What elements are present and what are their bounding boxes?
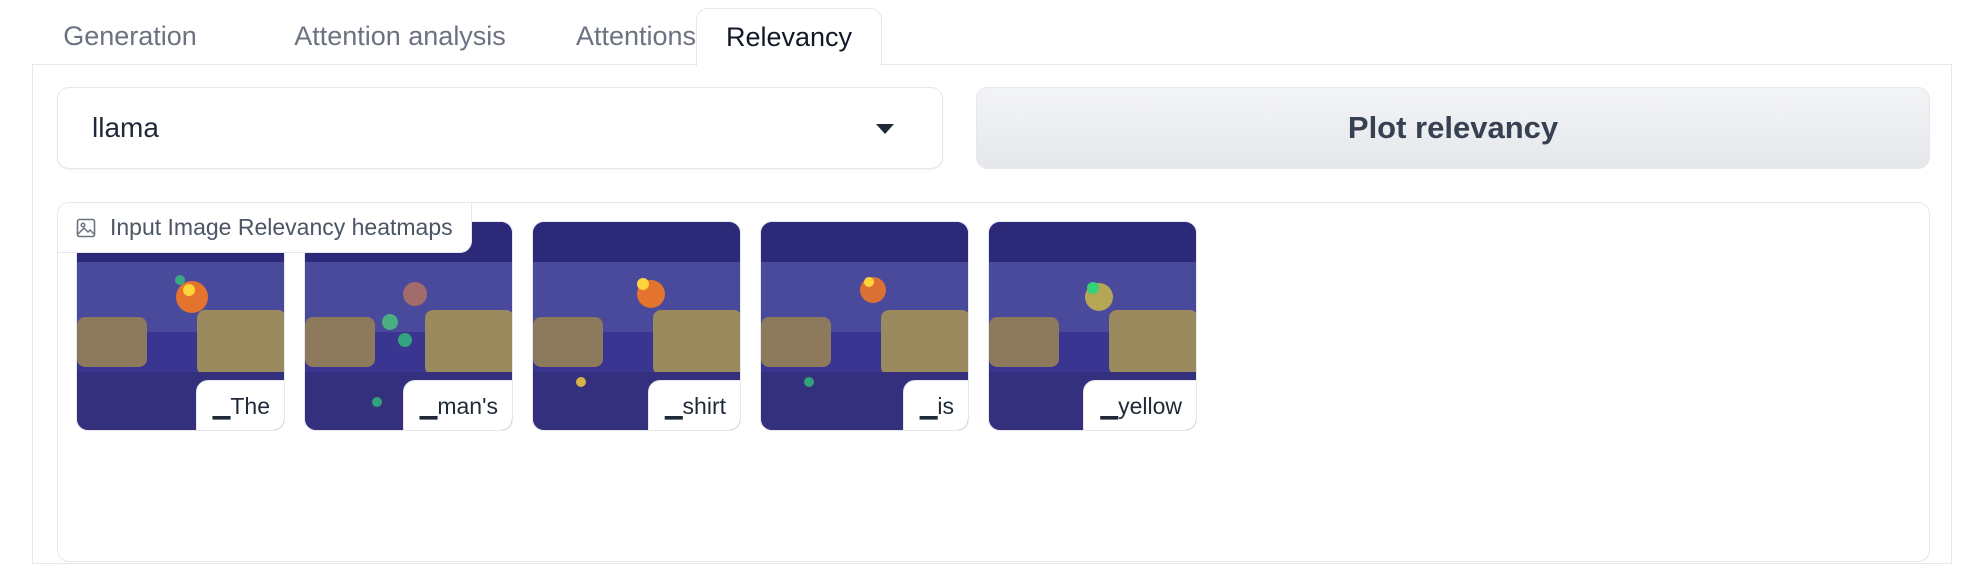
gallery-thumbnail[interactable]: ▁shirt xyxy=(532,221,741,431)
tab-bar: Generation Attention analysis Attentions… xyxy=(32,0,1952,66)
plot-relevancy-button[interactable]: Plot relevancy xyxy=(976,87,1930,169)
image-icon xyxy=(76,218,96,237)
tab-relevancy[interactable]: Relevancy xyxy=(696,8,882,66)
gallery-label-text: Input Image Relevancy heatmaps xyxy=(110,214,453,240)
tab-generation[interactable]: Generation xyxy=(32,8,228,65)
model-select[interactable]: llama xyxy=(57,87,943,169)
token-caption: ▁is xyxy=(902,380,968,430)
chevron-down-icon xyxy=(876,124,894,134)
token-caption: ▁yellow xyxy=(1083,380,1196,430)
gallery-label: Input Image Relevancy heatmaps xyxy=(58,203,472,253)
tab-attention-analysis[interactable]: Attention analysis xyxy=(260,8,540,65)
token-caption: ▁man's xyxy=(402,380,512,430)
gallery-thumbnail[interactable]: ▁is xyxy=(760,221,969,431)
token-caption: ▁The xyxy=(195,380,284,430)
token-caption: ▁shirt xyxy=(647,380,740,430)
model-select-value: llama xyxy=(92,112,159,143)
gallery-thumbnail[interactable]: ▁yellow xyxy=(988,221,1197,431)
